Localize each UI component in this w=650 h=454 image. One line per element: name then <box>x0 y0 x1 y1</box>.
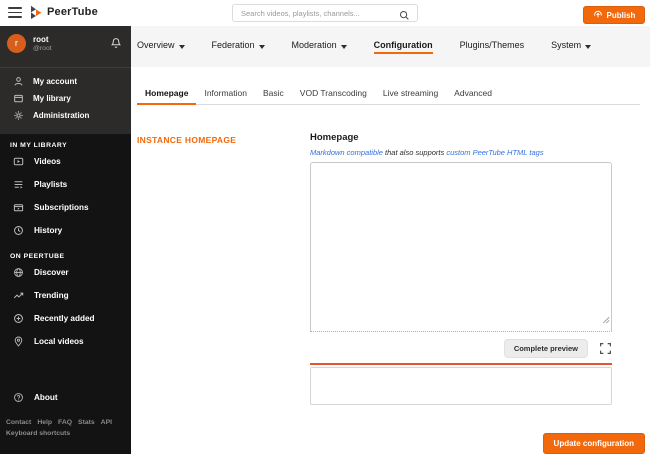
tab-advanced[interactable]: Advanced <box>446 84 500 105</box>
user-handle: @root <box>33 45 52 52</box>
sidebar-item-administration[interactable]: Administration <box>0 107 131 124</box>
chevron-down-icon <box>340 45 347 49</box>
markdown-preview-pane <box>310 367 612 405</box>
footer-link-contact[interactable]: Contact <box>6 419 31 426</box>
resize-grip-icon[interactable] <box>601 311 610 329</box>
sidebar-item-about[interactable]: About <box>0 390 131 405</box>
peertube-logo-icon[interactable] <box>29 5 42 20</box>
search-input[interactable] <box>241 5 399 21</box>
chevron-down-icon <box>585 45 592 49</box>
homepage-markdown-textarea[interactable] <box>310 162 612 332</box>
gear-icon <box>13 110 24 121</box>
brand-title[interactable]: PeerTube <box>47 6 98 18</box>
plus-circle-icon <box>13 313 24 324</box>
sidebar-item-subscriptions[interactable]: Subscriptions <box>0 200 131 215</box>
footer-links-secondary: Keyboard shortcuts <box>6 430 131 437</box>
map-pin-icon <box>13 336 24 347</box>
nav-item-federation[interactable]: Federation <box>212 40 265 54</box>
trending-up-icon <box>13 290 24 301</box>
folder-icon <box>13 93 24 104</box>
markdown-hint: Markdown compatible that also supports c… <box>310 148 544 157</box>
tab-basic[interactable]: Basic <box>255 84 292 105</box>
admin-nav: Overview Federation Moderation Configura… <box>131 26 650 67</box>
user-block: r root @root <box>0 26 131 68</box>
user-name[interactable]: root <box>33 35 49 44</box>
top-bar: PeerTube Publish <box>0 0 650 26</box>
update-configuration-button[interactable]: Update configuration <box>542 433 645 454</box>
tab-information[interactable]: Information <box>196 84 255 105</box>
markdown-compatible-link[interactable]: Markdown compatible <box>310 148 383 157</box>
footer-link-stats[interactable]: Stats <box>78 419 95 426</box>
hamburger-menu-icon[interactable] <box>8 7 22 18</box>
upload-icon <box>593 9 603 21</box>
nav-item-plugins-themes[interactable]: Plugins/Themes <box>460 40 525 54</box>
section-title-in-my-library: IN MY LIBRARY <box>10 142 68 149</box>
sidebar-item-videos[interactable]: Videos <box>0 154 131 169</box>
homepage-form: Homepage Markdown compatible that also s… <box>310 132 612 405</box>
section-title-on-peertube: ON PEERTUBE <box>10 253 65 260</box>
footer-link-shortcuts[interactable]: Keyboard shortcuts <box>6 430 70 437</box>
subscriptions-icon <box>13 202 24 213</box>
nav-item-overview[interactable]: Overview <box>137 40 185 54</box>
sidebar-item-local-videos[interactable]: Local videos <box>0 334 131 349</box>
nav-item-moderation[interactable]: Moderation <box>292 40 347 54</box>
sidebar-item-playlists[interactable]: Playlists <box>0 177 131 192</box>
tab-live-streaming[interactable]: Live streaming <box>375 84 446 105</box>
tab-homepage[interactable]: Homepage <box>137 84 197 105</box>
error-separator <box>310 363 612 365</box>
config-subtabs: Homepage Information Basic VOD Transcodi… <box>137 84 640 105</box>
field-label-homepage: Homepage <box>310 132 359 143</box>
sidebar-item-my-library[interactable]: My library <box>0 90 131 107</box>
globe-icon <box>13 267 24 278</box>
publish-button[interactable]: Publish <box>583 6 645 24</box>
video-play-icon <box>13 156 24 167</box>
sidebar-item-my-account[interactable]: My account <box>0 73 131 90</box>
sidebar-item-recently-added[interactable]: Recently added <box>0 311 131 326</box>
tab-vod-transcoding[interactable]: VOD Transcoding <box>292 84 375 105</box>
search-icon[interactable] <box>399 8 410 26</box>
maximize-icon[interactable] <box>599 342 612 355</box>
footer-link-help[interactable]: Help <box>37 419 52 426</box>
chevron-down-icon <box>178 45 185 49</box>
avatar[interactable]: r <box>7 34 26 53</box>
footer-links: Contact Help FAQ Stats API <box>6 419 131 426</box>
sidebar-item-trending[interactable]: Trending <box>0 288 131 303</box>
section-label-instance-homepage: INSTANCE HOMEPAGE <box>137 135 237 145</box>
footer-link-api[interactable]: API <box>101 419 112 426</box>
complete-preview-button[interactable]: Complete preview <box>503 338 588 358</box>
footer-link-faq[interactable]: FAQ <box>58 419 72 426</box>
sidebar-item-discover[interactable]: Discover <box>0 265 131 280</box>
playlist-icon <box>13 179 24 190</box>
search-box <box>232 4 418 22</box>
notifications-bell-icon[interactable] <box>110 37 122 55</box>
peertube-html-tags-link[interactable]: custom PeerTube HTML tags <box>446 148 543 157</box>
nav-item-system[interactable]: System <box>551 40 592 54</box>
chevron-down-icon <box>258 45 265 49</box>
nav-item-configuration[interactable]: Configuration <box>373 40 433 54</box>
sidebar-item-history[interactable]: History <box>0 223 131 238</box>
history-clock-icon <box>13 225 24 236</box>
sidebar: r root @root My account My library Admin… <box>0 26 131 454</box>
user-icon <box>13 76 24 87</box>
question-circle-icon <box>13 392 24 403</box>
